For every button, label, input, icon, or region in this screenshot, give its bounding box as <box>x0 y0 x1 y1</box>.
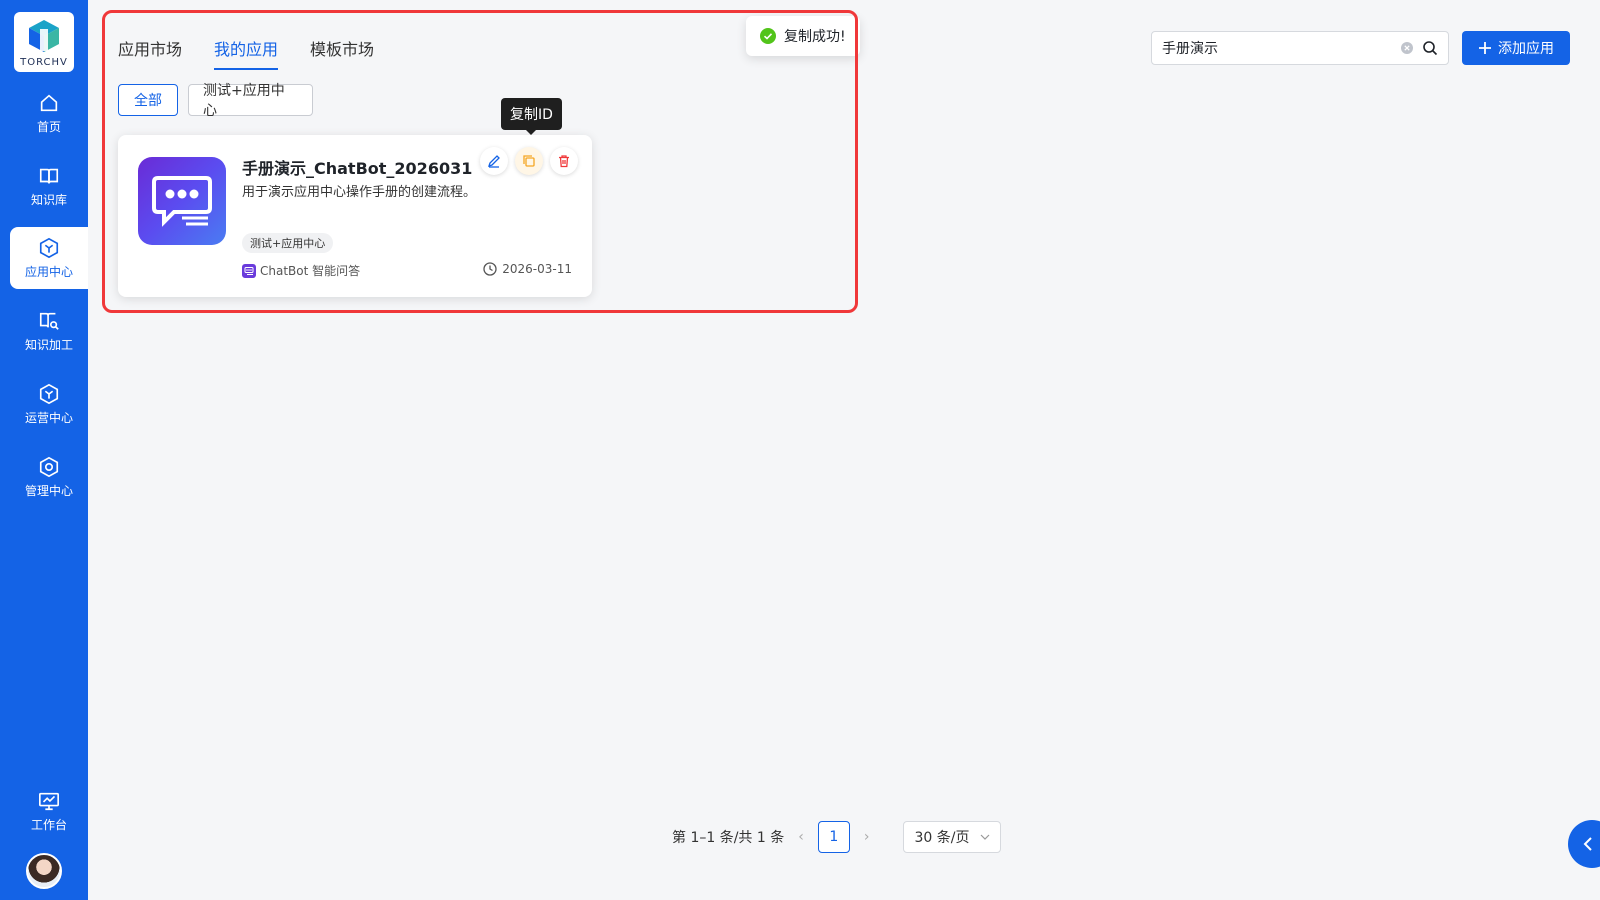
delete-button[interactable] <box>550 147 578 175</box>
edit-button[interactable] <box>480 147 508 175</box>
sidebar-item-app-center[interactable]: 应用中心 <box>10 227 88 289</box>
page-1-button[interactable]: 1 <box>817 821 850 853</box>
sidebar-item-label: 工作台 <box>30 817 67 832</box>
tab-app-market[interactable]: 应用市场 <box>118 36 182 70</box>
tab-my-apps[interactable]: 我的应用 <box>214 36 279 70</box>
trash-icon <box>559 155 569 168</box>
book-icon <box>39 168 59 183</box>
settings-icon <box>39 456 59 477</box>
tab-template-market[interactable]: 模板市场 <box>310 36 374 70</box>
sidebar-item-management[interactable]: 管理中心 <box>10 446 88 508</box>
app-type: ChatBot 智能问答 <box>242 262 360 279</box>
filter-all[interactable]: 全部 <box>118 84 178 116</box>
success-toast: 复制成功! <box>746 16 860 56</box>
sidebar: TORCHV 首页 知识库 应用中心 知识加工 运营中心 管理中心 工作台 <box>0 0 88 900</box>
monitor-icon <box>39 792 59 810</box>
knowledge-process-icon <box>39 312 59 330</box>
sidebar-item-label: 首页 <box>36 119 61 134</box>
app-title: 手册演示_ChatBot_2026031 <box>242 159 473 178</box>
sidebar-item-label: 管理中心 <box>24 483 73 498</box>
clear-icon[interactable] <box>1400 41 1414 55</box>
search-box <box>1151 31 1449 65</box>
chatbot-type-icon <box>242 263 256 278</box>
plus-icon <box>1479 42 1491 54</box>
page-size-select[interactable]: 30 条/页 <box>903 821 1002 853</box>
user-avatar[interactable] <box>26 853 62 889</box>
toast-message: 复制成功! <box>784 29 846 45</box>
sidebar-item-label: 应用中心 <box>24 264 73 279</box>
app-center-icon <box>39 237 59 258</box>
chevron-down-icon <box>981 834 990 840</box>
chat-bubble-icon <box>152 176 212 227</box>
logo-mark-icon <box>29 20 59 52</box>
next-page-icon[interactable]: › <box>864 829 870 845</box>
clock-icon <box>483 262 497 276</box>
page-size-value: 30 条/页 <box>914 830 970 846</box>
copy-icon <box>523 155 535 167</box>
app-tabs: 应用市场 我的应用 模板市场 <box>118 36 374 70</box>
pagination: 第 1–1 条/共 1 条 ‹ 1 › 30 条/页 <box>672 821 1002 853</box>
copy-id-button[interactable] <box>515 147 543 175</box>
sidebar-item-workbench[interactable]: 工作台 <box>10 780 88 842</box>
filter-test-app-center[interactable]: 测试+应用中心 <box>188 83 313 119</box>
app-type-label: ChatBot 智能问答 <box>260 264 361 278</box>
torchv-logo[interactable]: TORCHV <box>14 12 74 72</box>
logo-text: TORCHV <box>20 57 68 68</box>
chevron-left-icon <box>1583 837 1592 851</box>
collapse-panel-button[interactable] <box>1568 820 1600 868</box>
search-input[interactable] <box>1162 40 1400 56</box>
sidebar-item-operations[interactable]: 运营中心 <box>10 373 88 435</box>
sidebar-item-knowledge-base[interactable]: 知识库 <box>10 155 88 217</box>
edit-icon <box>487 155 500 168</box>
chatbot-app-icon <box>138 157 226 245</box>
app-date: 2026-03-11 <box>483 262 572 276</box>
sidebar-item-label: 知识库 <box>30 192 67 207</box>
search-icon[interactable] <box>1422 40 1438 56</box>
prev-page-icon[interactable]: ‹ <box>798 829 804 845</box>
copy-id-tooltip: 复制ID <box>501 98 562 135</box>
add-app-button[interactable]: 添加应用 <box>1462 31 1570 65</box>
sidebar-item-knowledge-processing[interactable]: 知识加工 <box>10 300 88 362</box>
home-icon <box>40 94 58 111</box>
app-tag: 测试+应用中心 <box>242 233 334 253</box>
app-card[interactable]: 手册演示_ChatBot_2026031 用于演示应用中心操作手册的创建流程。 … <box>118 135 592 297</box>
sidebar-item-label: 运营中心 <box>24 410 73 425</box>
add-app-label: 添加应用 <box>1498 41 1554 57</box>
check-circle-icon <box>760 28 776 44</box>
operations-icon <box>39 383 59 404</box>
pagination-summary: 第 1–1 条/共 1 条 <box>672 830 785 846</box>
sidebar-item-label: 知识加工 <box>24 337 73 352</box>
app-date-label: 2026-03-11 <box>502 262 572 276</box>
sidebar-item-home[interactable]: 首页 <box>10 82 88 144</box>
app-description: 用于演示应用中心操作手册的创建流程。 <box>242 185 477 200</box>
